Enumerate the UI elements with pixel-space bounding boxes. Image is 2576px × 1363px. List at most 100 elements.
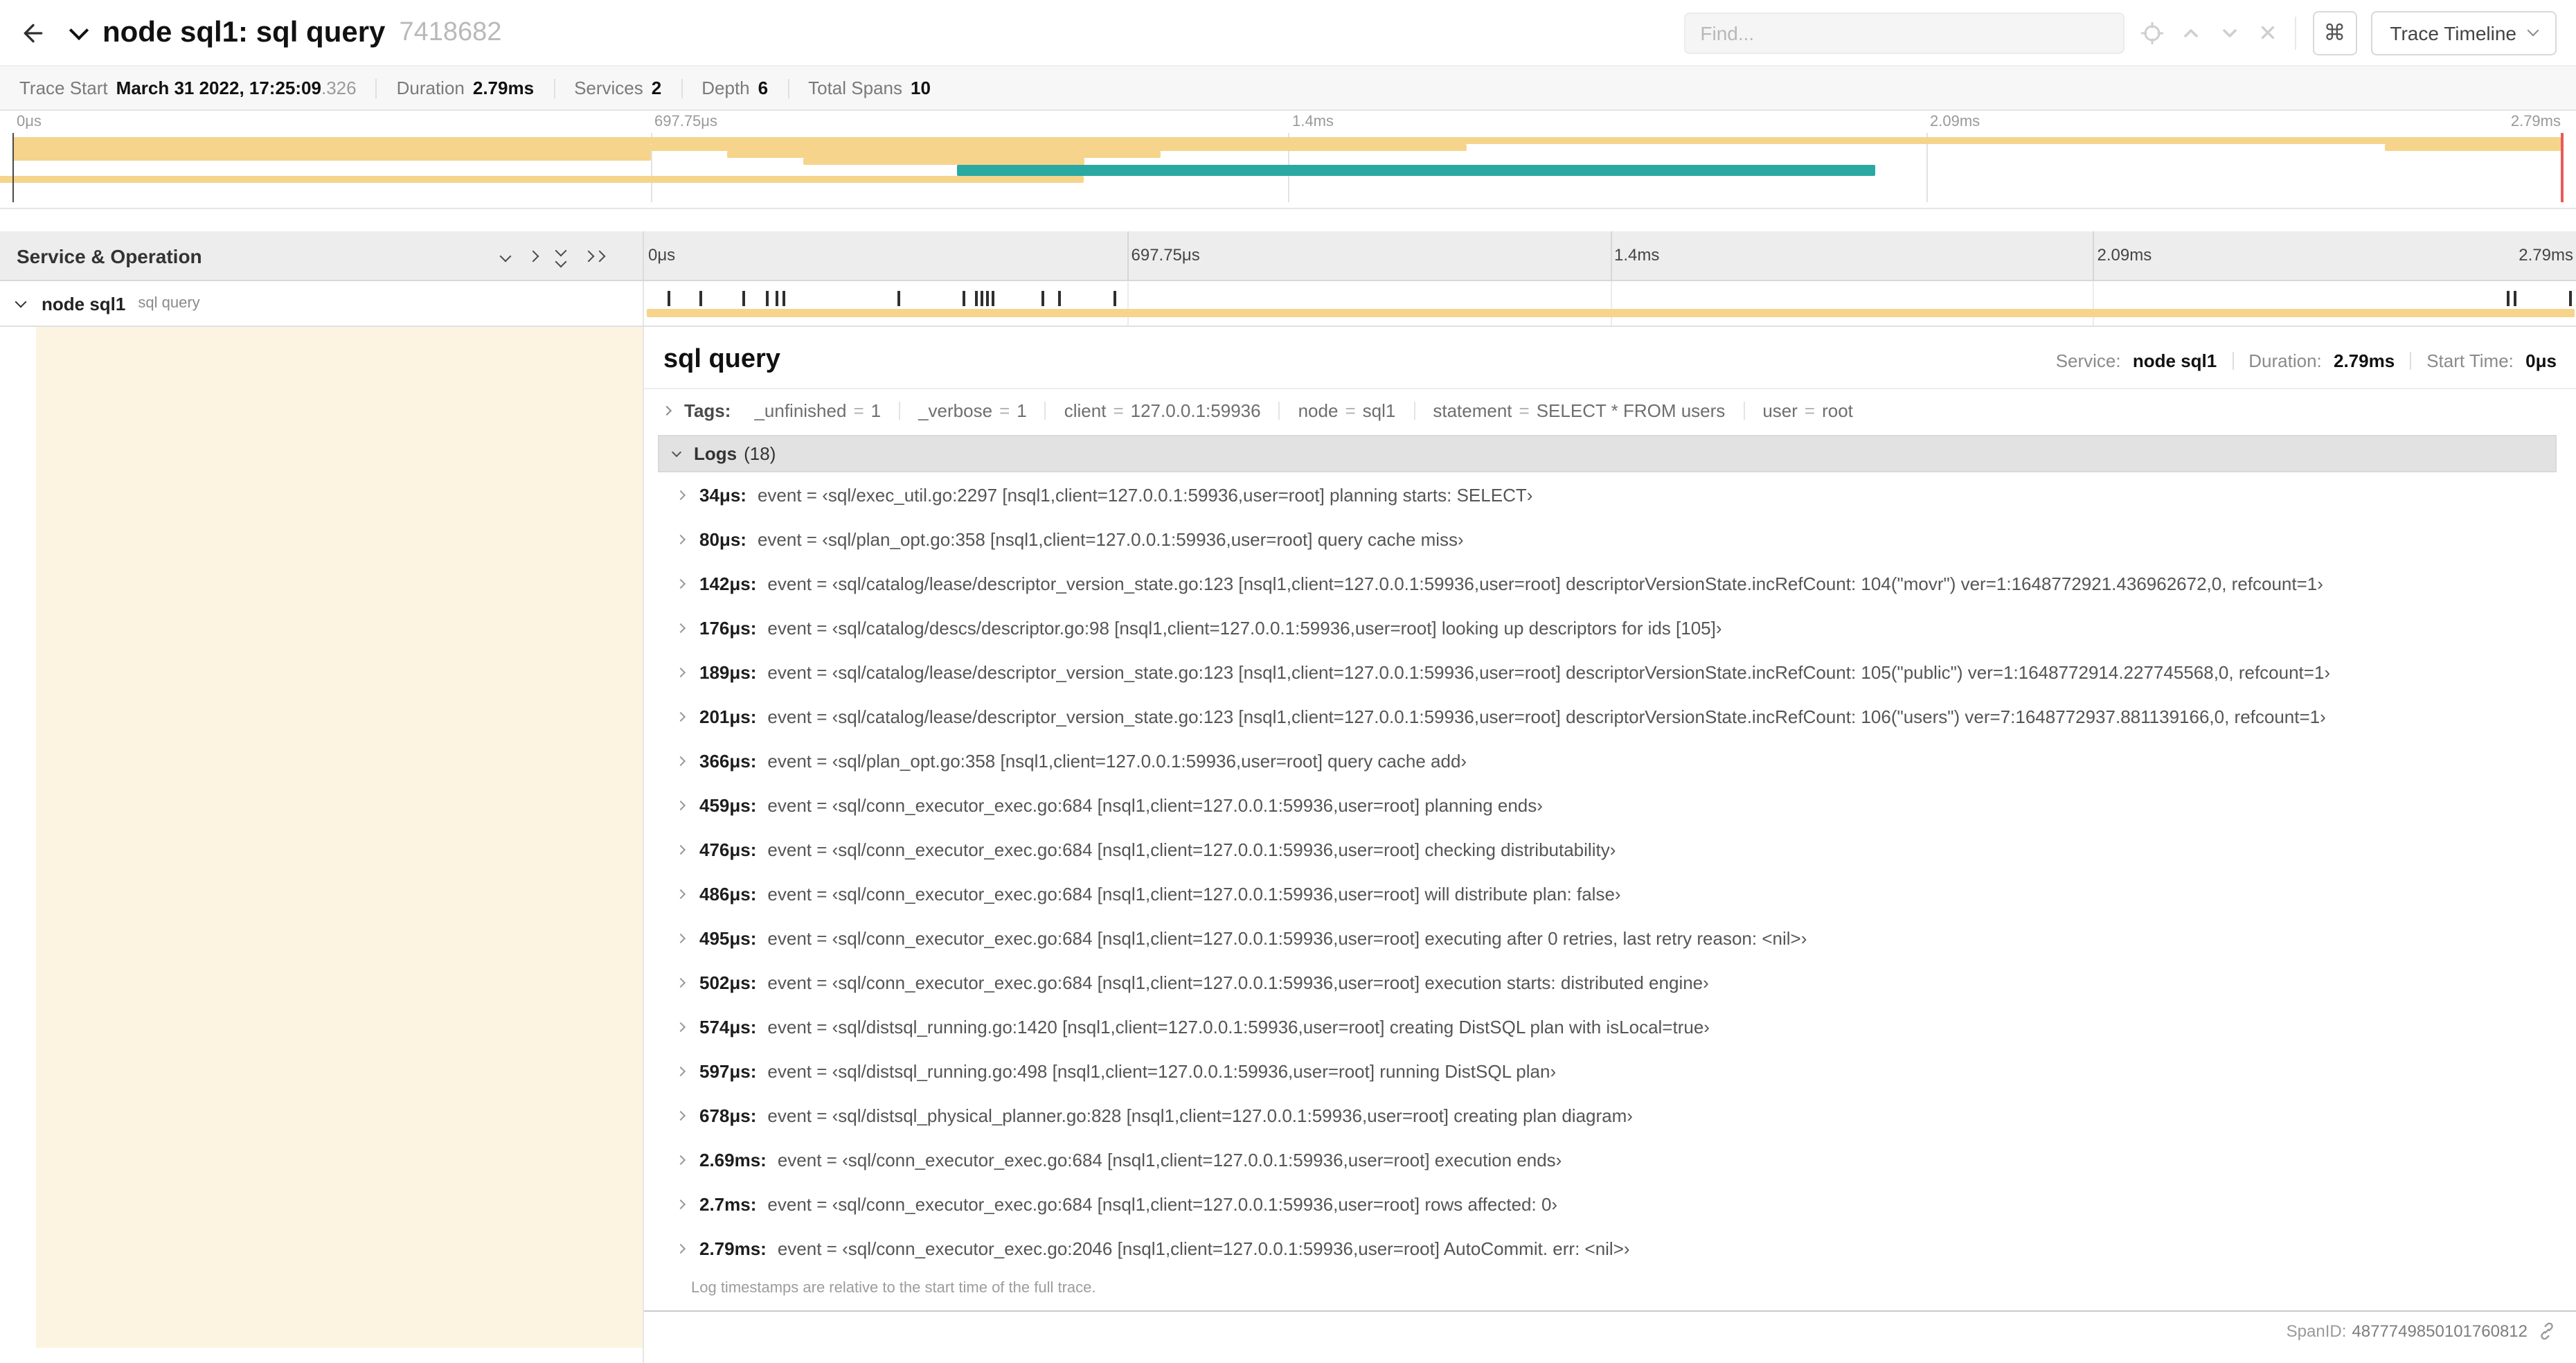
log-message: event = ‹sql/catalog/lease/descriptor_ve… bbox=[767, 661, 2331, 682]
minimap-time-labels: 0μs 697.75μs 1.4ms 2.09ms 2.79ms bbox=[12, 111, 2564, 133]
log-timestamp: 678μs: bbox=[699, 1105, 757, 1125]
log-row[interactable]: 476μs: event = ‹sql/conn_executor_exec.g… bbox=[658, 827, 2557, 871]
trace-summary-item: Trace Start March 31 2022, 17:25:09 .326 bbox=[19, 78, 376, 98]
expand-log-icon[interactable] bbox=[675, 1065, 686, 1076]
expand-one-icon[interactable] bbox=[527, 249, 539, 262]
find-next-icon[interactable] bbox=[2218, 21, 2240, 44]
tag-value: 1 bbox=[1017, 400, 1027, 421]
find-prev-icon[interactable] bbox=[2179, 21, 2201, 44]
log-row[interactable]: 142μs: event = ‹sql/catalog/lease/descri… bbox=[658, 561, 2557, 605]
log-row[interactable]: 176μs: event = ‹sql/catalog/descs/descri… bbox=[658, 605, 2557, 650]
log-marker bbox=[963, 291, 966, 306]
expand-log-icon[interactable] bbox=[675, 533, 686, 544]
log-timestamp: 80μs: bbox=[699, 528, 746, 549]
log-row[interactable]: 2.7ms: event = ‹sql/conn_executor_exec.g… bbox=[658, 1182, 2557, 1226]
log-timestamp: 597μs: bbox=[699, 1060, 757, 1081]
expand-log-icon[interactable] bbox=[675, 1198, 686, 1209]
collapse-one-icon[interactable] bbox=[499, 249, 512, 262]
log-row[interactable]: 495μs: event = ‹sql/conn_executor_exec.g… bbox=[658, 916, 2557, 960]
range-scrubber-left[interactable] bbox=[12, 133, 14, 202]
tags-row[interactable]: Tags: _unfinished = 1 _verbose = 1 client = 12… bbox=[644, 389, 2576, 432]
expand-log-icon[interactable] bbox=[675, 755, 686, 766]
log-message: event = ‹sql/conn_executor_exec.go:684 [… bbox=[777, 1149, 1562, 1170]
span-row[interactable]: node sql1 sql query bbox=[0, 281, 2576, 327]
time-tick-label: 2.79ms bbox=[2510, 114, 2561, 130]
expand-log-icon[interactable] bbox=[675, 799, 686, 810]
minimap-span-bar bbox=[726, 151, 1161, 158]
tags-label: Tags: bbox=[684, 400, 731, 421]
log-marker bbox=[2514, 291, 2517, 306]
equals-sign: = bbox=[999, 400, 1010, 421]
expand-log-icon[interactable] bbox=[675, 1110, 686, 1121]
log-row[interactable]: 2.69ms: event = ‹sql/conn_executor_exec.… bbox=[658, 1137, 2557, 1182]
collapse-span-icon[interactable] bbox=[15, 296, 27, 308]
spacer bbox=[0, 209, 2576, 231]
log-row[interactable]: 366μs: event = ‹sql/plan_opt.go:358 [nsq… bbox=[658, 738, 2557, 783]
deep-link-icon[interactable] bbox=[2537, 1321, 2557, 1341]
log-message: event = ‹sql/distsql_running.go:498 [nsq… bbox=[767, 1060, 1557, 1081]
log-row[interactable]: 678μs: event = ‹sql/distsql_physical_pla… bbox=[658, 1093, 2557, 1137]
equals-sign: = bbox=[1804, 400, 1816, 421]
tag-item: statement = SELECT * FROM users bbox=[1413, 402, 1743, 420]
log-message: event = ‹sql/conn_executor_exec.go:2046 … bbox=[777, 1238, 1630, 1258]
span-detail-section: sql query Service: node sql1 Duration: 2… bbox=[0, 327, 2576, 1363]
log-message: event = ‹sql/plan_opt.go:358 [nsql1,clie… bbox=[767, 750, 1467, 771]
expand-all-icon[interactable] bbox=[582, 249, 606, 262]
expand-log-icon[interactable] bbox=[675, 711, 686, 722]
tag-item: client = 127.0.0.1:59936 bbox=[1044, 402, 1279, 420]
span-detail-panel: sql query Service: node sql1 Duration: 2… bbox=[644, 327, 2576, 1312]
expand-log-icon[interactable] bbox=[675, 888, 686, 899]
log-row[interactable]: 459μs: event = ‹sql/conn_executor_exec.g… bbox=[658, 783, 2557, 827]
time-tick-label: 697.75μs bbox=[654, 114, 717, 130]
expand-log-icon[interactable] bbox=[675, 844, 686, 855]
log-row[interactable]: 502μs: event = ‹sql/conn_executor_exec.g… bbox=[658, 960, 2557, 1004]
collapse-trace-icon[interactable] bbox=[69, 19, 89, 40]
log-row[interactable]: 201μs: event = ‹sql/catalog/lease/descri… bbox=[658, 694, 2557, 738]
logs-section: Logs (18) 34μs: event = ‹sql/exec_util.g… bbox=[658, 435, 2557, 1310]
log-marker bbox=[667, 291, 670, 306]
view-selector-button[interactable]: Trace Timeline bbox=[2370, 10, 2557, 55]
timeline-header-row: Service & Operation 0μs 697.75μs 1.4ms 2.09… bbox=[0, 231, 2576, 281]
expand-tags-icon[interactable] bbox=[661, 405, 672, 416]
log-row[interactable]: 34μs: event = ‹sql/exec_util.go:2297 [ns… bbox=[658, 472, 2557, 517]
span-duration-bar[interactable] bbox=[647, 309, 2575, 317]
meta-value: 2.79ms bbox=[2334, 350, 2395, 371]
log-marker bbox=[1057, 291, 1061, 306]
locate-icon[interactable] bbox=[2140, 21, 2163, 44]
span-detail-title: sql query bbox=[663, 345, 780, 374]
log-row[interactable]: 486μs: event = ‹sql/conn_executor_exec.g… bbox=[658, 871, 2557, 916]
span-bar-cell[interactable] bbox=[644, 281, 2576, 326]
span-name-cell[interactable]: node sql1 sql query bbox=[0, 281, 644, 326]
log-message: event = ‹sql/conn_executor_exec.go:684 [… bbox=[767, 839, 1616, 859]
timeline-minimap[interactable]: 0μs 697.75μs 1.4ms 2.09ms 2.79ms bbox=[0, 111, 2576, 209]
expand-log-icon[interactable] bbox=[675, 932, 686, 943]
find-input[interactable] bbox=[1683, 12, 2125, 53]
expand-log-icon[interactable] bbox=[675, 622, 686, 633]
back-button[interactable] bbox=[19, 19, 47, 46]
expand-log-icon[interactable] bbox=[675, 1242, 686, 1254]
timeline-ruler: 0μs 697.75μs 1.4ms 2.09ms 2.79ms bbox=[644, 231, 2576, 280]
expand-log-icon[interactable] bbox=[675, 1021, 686, 1032]
collapse-all-icon[interactable] bbox=[555, 244, 567, 267]
expand-log-icon[interactable] bbox=[675, 1154, 686, 1165]
minimap-span-bar bbox=[803, 158, 1084, 165]
clear-find-icon[interactable] bbox=[2257, 22, 2278, 43]
summary-value: 10 bbox=[911, 77, 931, 98]
minimap-canvas[interactable] bbox=[0, 133, 2564, 202]
log-row[interactable]: 597μs: event = ‹sql/distsql_running.go:4… bbox=[658, 1049, 2557, 1093]
logs-header[interactable]: Logs (18) bbox=[658, 435, 2557, 472]
span-id-row: SpanID: 4877749850101760812 bbox=[644, 1312, 2576, 1351]
cursor-line bbox=[2561, 133, 2564, 202]
log-row[interactable]: 189μs: event = ‹sql/catalog/lease/descri… bbox=[658, 650, 2557, 694]
meta-label: Start Time: bbox=[2426, 350, 2514, 371]
log-row[interactable]: 574μs: event = ‹sql/distsql_running.go:1… bbox=[658, 1004, 2557, 1049]
keyboard-shortcuts-button[interactable]: ⌘ bbox=[2312, 10, 2357, 55]
log-row[interactable]: 80μs: event = ‹sql/plan_opt.go:358 [nsql… bbox=[658, 517, 2557, 561]
expand-log-icon[interactable] bbox=[675, 578, 686, 589]
expand-log-icon[interactable] bbox=[675, 666, 686, 677]
expand-log-icon[interactable] bbox=[675, 489, 686, 500]
collapse-logs-icon[interactable] bbox=[671, 447, 682, 458]
expand-log-icon[interactable] bbox=[675, 977, 686, 988]
log-row[interactable]: 2.79ms: event = ‹sql/conn_executor_exec.… bbox=[658, 1226, 2557, 1270]
tag-item: _unfinished = 1 bbox=[736, 402, 899, 420]
